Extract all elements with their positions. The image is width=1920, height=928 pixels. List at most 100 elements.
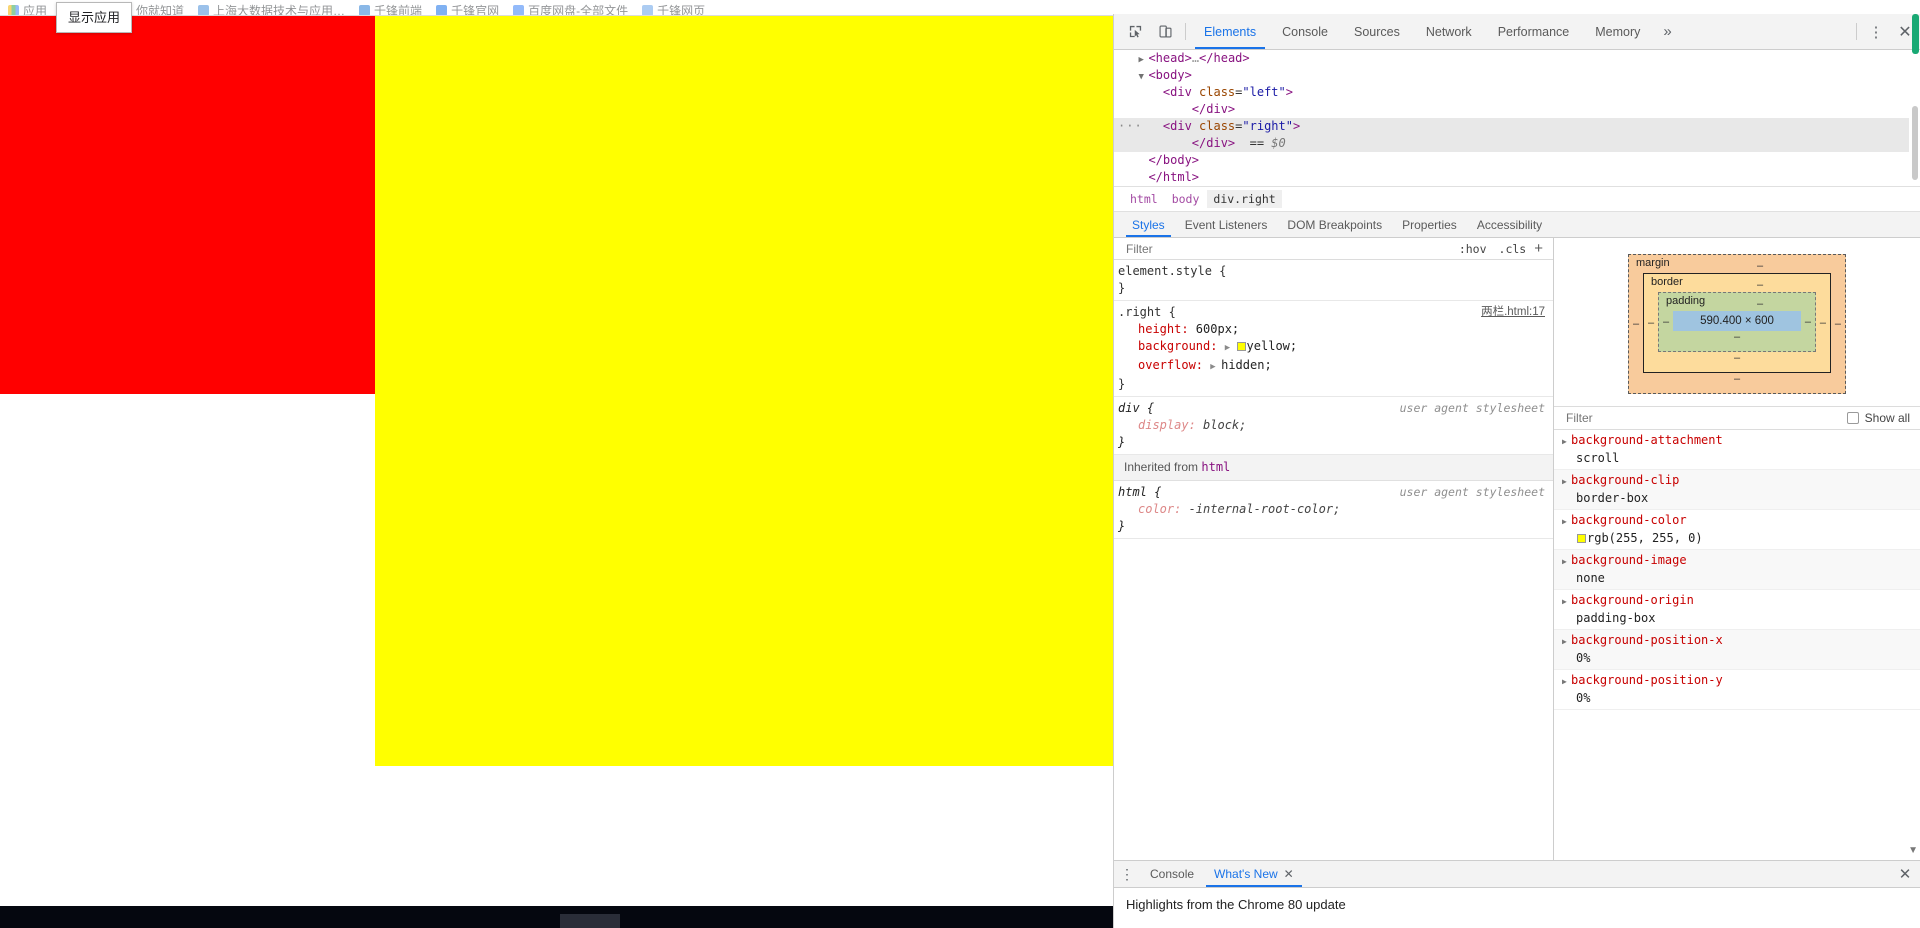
hov-toggle-button[interactable]: :hov — [1453, 242, 1493, 256]
drawer-menu-icon[interactable]: ⋮ — [1114, 861, 1140, 887]
css-rules-list[interactable]: element.style {} .right {两栏.html:17 height… — [1114, 260, 1553, 860]
computed-property-item[interactable]: ▶ background-clip border-box — [1554, 470, 1920, 510]
breadcrumb-body[interactable]: body — [1166, 190, 1206, 208]
dom-tree-row[interactable]: </html> — [1114, 169, 1920, 186]
css-property-value[interactable]: block; — [1203, 418, 1246, 432]
color-swatch[interactable] — [1577, 534, 1586, 543]
tab-network[interactable]: Network — [1413, 14, 1485, 49]
bookmark-item[interactable]: 千锋网页 — [642, 2, 705, 15]
breadcrumb-div-right[interactable]: div.right — [1207, 190, 1282, 208]
tab-properties[interactable]: Properties — [1392, 212, 1467, 237]
inherited-from-element[interactable]: html — [1201, 460, 1230, 474]
border-right-value[interactable]: – — [1820, 317, 1826, 329]
css-property-value[interactable]: hidden; — [1221, 358, 1272, 372]
bookmark-item[interactable]: 千锋前端 — [359, 2, 422, 15]
box-model-content-size[interactable]: 590.400 × 600 — [1673, 311, 1801, 331]
computed-filter-input[interactable] — [1564, 410, 1841, 426]
box-model-margin[interactable]: margin – – – border – – – padding – – – … — [1628, 254, 1846, 394]
css-property-name[interactable]: display: — [1138, 418, 1203, 432]
css-selector[interactable]: .right { — [1118, 304, 1176, 321]
css-property-name[interactable]: color: — [1138, 502, 1189, 516]
box-model-border[interactable]: border – – – padding – – – 590.400 × 600… — [1643, 273, 1831, 373]
css-selector[interactable]: html { — [1118, 484, 1161, 501]
padding-left-value[interactable]: – — [1663, 316, 1669, 328]
bookmark-item[interactable]: 百度网盘-全部文件 — [513, 2, 628, 15]
bookmark-item[interactable]: 上海大数据技术与应用… — [198, 2, 345, 15]
box-model-padding[interactable]: padding – – – 590.400 × 600 – — [1658, 292, 1816, 352]
computed-property-expand-icon[interactable]: ▶ — [1562, 594, 1571, 610]
computed-properties-list[interactable]: ▶ background-attachment scroll ▶ background-… — [1554, 430, 1920, 860]
tab-styles[interactable]: Styles — [1122, 212, 1175, 237]
computed-property-expand-icon[interactable]: ▶ — [1562, 474, 1571, 490]
computed-property-item[interactable]: ▶ background-origin padding-box — [1554, 590, 1920, 630]
dom-tree-row[interactable]: </body> — [1114, 152, 1920, 169]
device-toolbar-icon[interactable] — [1150, 14, 1180, 49]
drawer-tab-close-icon[interactable]: ✕ — [1284, 867, 1294, 881]
dom-tree-row[interactable]: <div class="left"> — [1114, 84, 1920, 101]
tab-memory[interactable]: Memory — [1582, 14, 1653, 49]
tab-accessibility[interactable]: Accessibility — [1467, 212, 1552, 237]
dom-tree-row[interactable]: </div> == $0 — [1114, 135, 1920, 152]
border-left-value[interactable]: – — [1648, 317, 1654, 329]
margin-right-value[interactable]: – — [1835, 318, 1841, 330]
drawer-tab-whats-new[interactable]: What's New ✕ — [1204, 861, 1304, 887]
padding-bottom-value[interactable]: – — [1659, 331, 1815, 344]
css-declaration[interactable]: overflow: ▶ hidden; — [1116, 357, 1553, 376]
tab-event-listeners[interactable]: Event Listeners — [1175, 212, 1278, 237]
dom-tree[interactable]: ▶ <head>…</head> ▼ <body> <div class="left… — [1114, 50, 1920, 187]
css-value-expand-icon[interactable]: ▶ — [1210, 362, 1221, 372]
dom-row-expand-ellipsis[interactable]: ··· — [1118, 118, 1143, 135]
cls-toggle-button[interactable]: .cls — [1493, 242, 1533, 256]
tab-dom-breakpoints[interactable]: DOM Breakpoints — [1277, 212, 1392, 237]
computed-property-expand-icon[interactable]: ▶ — [1562, 554, 1571, 570]
css-rule[interactable]: html {user agent stylesheet color: -inter… — [1114, 481, 1553, 539]
tab-sources[interactable]: Sources — [1341, 14, 1413, 49]
computed-property-expand-icon[interactable]: ▶ — [1562, 674, 1571, 690]
tab-elements[interactable]: Elements — [1191, 14, 1269, 49]
css-source-link[interactable]: 两栏.html:17 — [1481, 304, 1545, 321]
dom-tree-row[interactable]: </div> — [1114, 101, 1920, 118]
margin-bottom-value[interactable]: – — [1629, 373, 1845, 386]
dom-tree-row[interactable]: ··· <div class="right"> — [1114, 118, 1920, 135]
margin-left-value[interactable]: – — [1633, 318, 1639, 330]
bookmark-item[interactable]: 应用 — [8, 2, 47, 15]
styles-pane-scrollbar[interactable] — [1911, 14, 1920, 928]
dom-tree-row[interactable]: ▶ <head>…</head> — [1114, 50, 1920, 67]
css-property-name[interactable]: background: — [1138, 339, 1225, 353]
css-property-name[interactable]: height: — [1138, 322, 1196, 336]
css-declaration[interactable]: height: 600px; — [1116, 321, 1553, 338]
padding-right-value[interactable]: – — [1805, 316, 1811, 328]
bookmark-item[interactable]: 千锋官网 — [436, 2, 499, 15]
taskbar-item[interactable] — [560, 914, 620, 928]
css-selector[interactable]: div { — [1118, 400, 1154, 417]
drawer-tab-console[interactable]: Console — [1140, 861, 1204, 887]
css-selector[interactable]: element.style { — [1118, 263, 1226, 280]
computed-property-item[interactable]: ▶ background-attachment scroll — [1554, 430, 1920, 470]
devtools-menu-icon[interactable]: ⋮ — [1862, 14, 1890, 49]
css-property-value[interactable]: -internal-root-color; — [1189, 502, 1341, 516]
styles-filter-input[interactable] — [1124, 240, 1453, 257]
os-taskbar[interactable] — [0, 906, 1113, 928]
css-value-expand-icon[interactable]: ▶ — [1225, 343, 1236, 353]
computed-property-item[interactable]: ▶ background-color rgb(255, 255, 0) — [1554, 510, 1920, 550]
computed-property-expand-icon[interactable]: ▶ — [1562, 514, 1571, 530]
computed-property-item[interactable]: ▶ background-position-y 0% — [1554, 670, 1920, 710]
more-tabs-icon[interactable]: » — [1653, 14, 1681, 49]
css-declaration[interactable]: display: block; — [1116, 417, 1553, 434]
dom-tree-row[interactable]: ▼ <body> — [1114, 67, 1920, 84]
css-declaration[interactable]: color: -internal-root-color; — [1116, 501, 1553, 518]
styles-pane-scroll-thumb[interactable] — [1912, 14, 1919, 54]
computed-property-item[interactable]: ▶ background-image none — [1554, 550, 1920, 590]
bookmarks-bar[interactable]: 应用 百度一下，你就知道 上海大数据技术与应用… 千锋前端 千锋官网 百度网盘-… — [0, 0, 1113, 16]
css-property-value[interactable]: yellow; — [1247, 339, 1298, 353]
new-style-rule-button[interactable]: + — [1532, 240, 1549, 257]
breadcrumb-html[interactable]: html — [1124, 190, 1164, 208]
tab-console[interactable]: Console — [1269, 14, 1341, 49]
computed-property-expand-icon[interactable]: ▶ — [1562, 634, 1571, 650]
css-rule[interactable]: element.style {} — [1114, 260, 1553, 301]
inspect-cursor-icon[interactable] — [1120, 14, 1150, 49]
color-swatch[interactable] — [1236, 342, 1246, 351]
border-bottom-value[interactable]: – — [1644, 352, 1830, 365]
css-declaration[interactable]: background: ▶ yellow; — [1116, 338, 1553, 357]
css-property-name[interactable]: overflow: — [1138, 358, 1210, 372]
